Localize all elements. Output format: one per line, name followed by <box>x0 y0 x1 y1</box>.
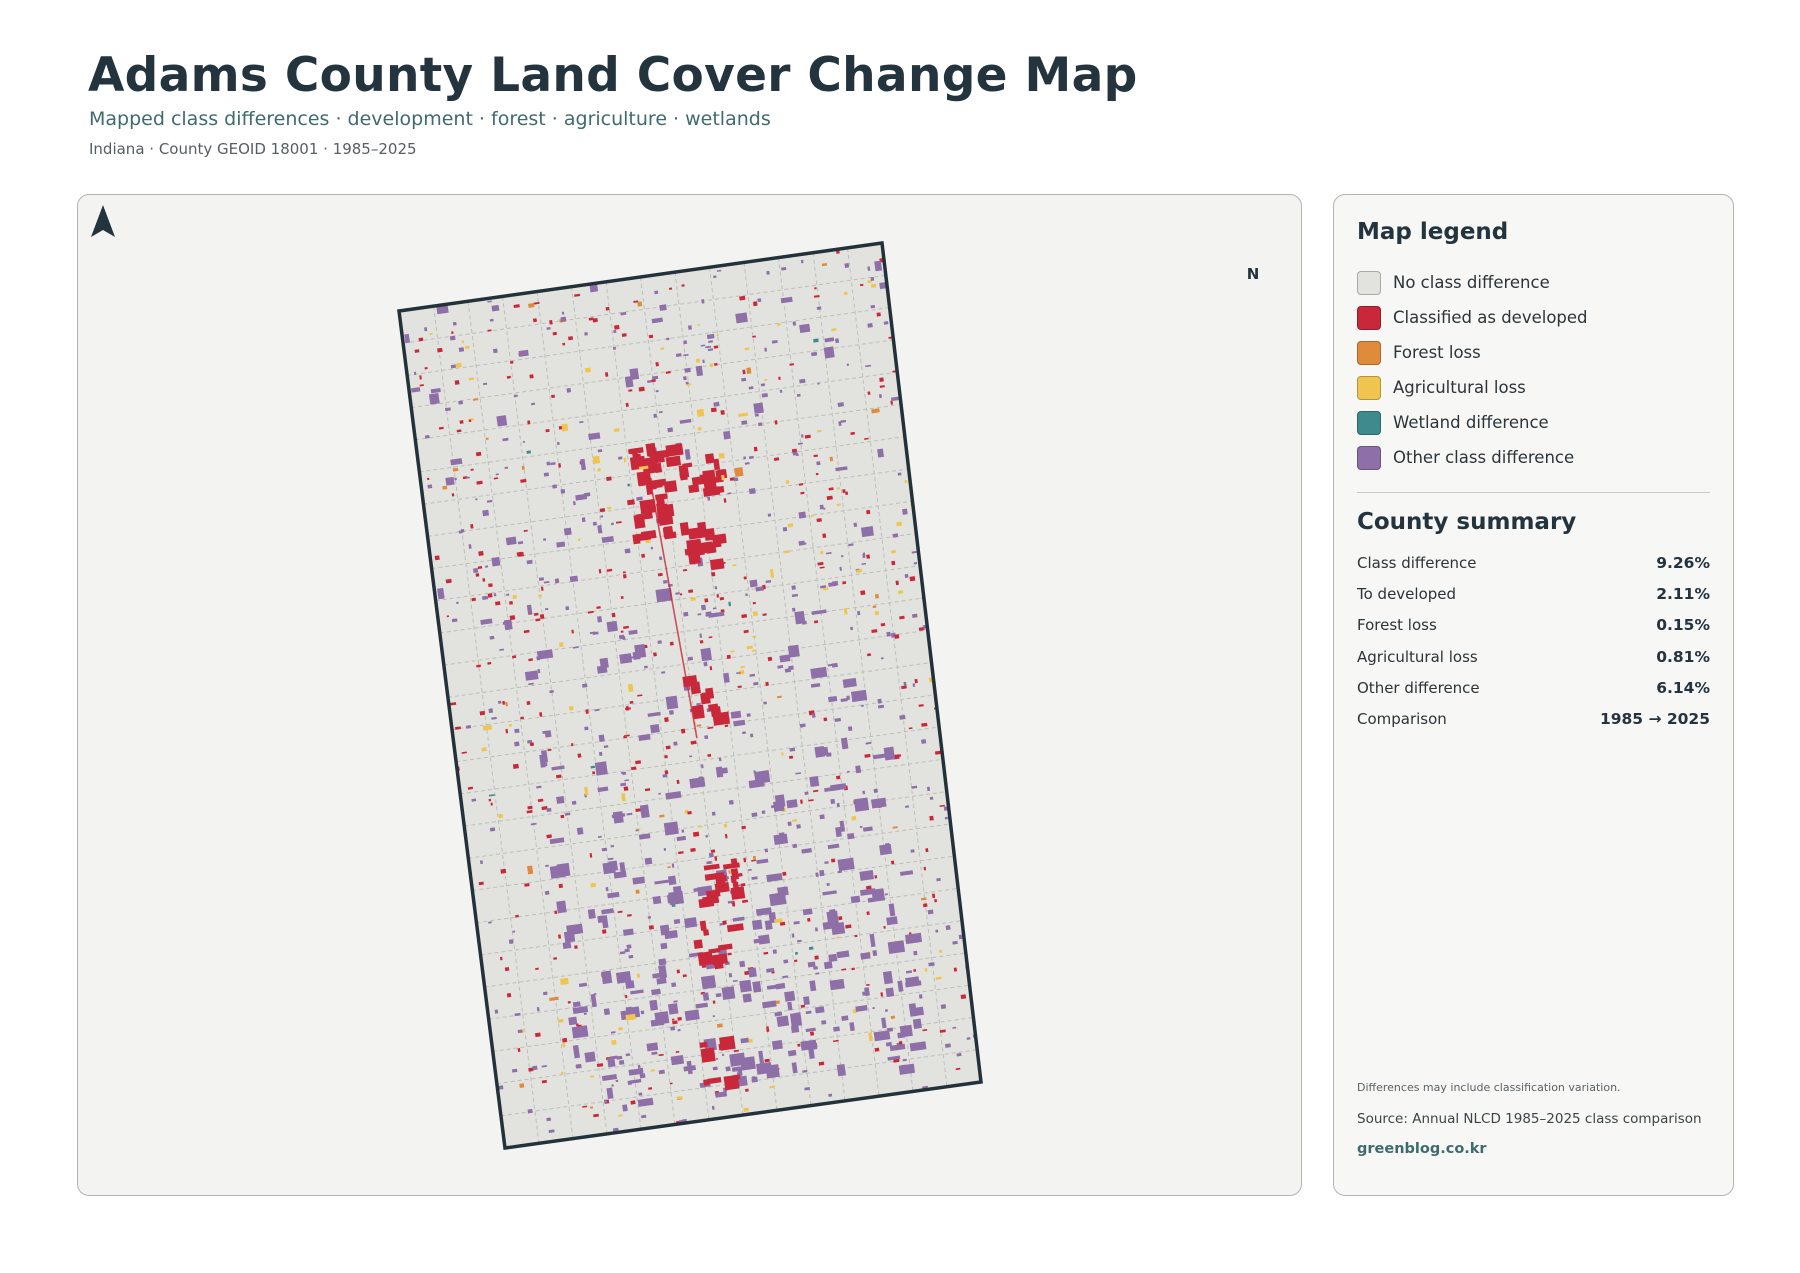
legend-divider <box>1357 492 1710 493</box>
legend-item-agricultural-loss: Agricultural loss <box>1357 370 1707 405</box>
legend-item-wetland: Wetland difference <box>1357 405 1707 440</box>
swatch-none-icon <box>1357 270 1381 295</box>
page-title: Adams County Land Cover Change Map <box>88 48 1138 103</box>
summary-label: Other difference <box>1357 678 1480 697</box>
summary-label: Forest loss <box>1357 616 1437 635</box>
legend-label: Classified as developed <box>1393 308 1588 327</box>
summary-row-forest-loss: Forest loss 0.15% <box>1357 610 1710 641</box>
legend-label: Agricultural loss <box>1393 378 1526 397</box>
summary-label: Agricultural loss <box>1357 647 1478 666</box>
swatch-wetland-icon <box>1357 410 1381 435</box>
summary-value: 9.26% <box>1656 553 1710 572</box>
summary-row-other-difference: Other difference 6.14% <box>1357 672 1710 703</box>
legend-heading: Map legend <box>1357 219 1509 245</box>
summary-value: 1985 → 2025 <box>1599 710 1710 729</box>
legend-label: Wetland difference <box>1393 413 1549 432</box>
source-text: Source: Annual NLCD 1985–2025 class comp… <box>1357 1111 1702 1127</box>
legend-item-other: Other class difference <box>1357 440 1707 475</box>
summary-label: Comparison <box>1357 710 1447 729</box>
swatch-agricultural-icon <box>1357 375 1381 400</box>
summary-table: Class difference 9.26% To developed 2.11… <box>1357 547 1710 735</box>
map-panel[interactable]: N <box>77 194 1302 1196</box>
summary-row-class-difference: Class difference 9.26% <box>1357 547 1710 578</box>
summary-value: 0.81% <box>1656 647 1710 666</box>
page-meta: Indiana · County GEOID 18001 · 1985–2025 <box>89 140 417 158</box>
legend-label: No class difference <box>1393 273 1550 292</box>
legend-item-developed: Classified as developed <box>1357 300 1707 335</box>
north-arrow-icon <box>91 205 115 237</box>
summary-row-comparison: Comparison 1985 → 2025 <box>1357 703 1710 734</box>
page-subtitle: Mapped class differences · development ·… <box>89 108 771 130</box>
swatch-developed-icon <box>1357 305 1381 330</box>
summary-label: To developed <box>1357 584 1457 603</box>
credit-link[interactable]: greenblog.co.kr <box>1357 1141 1487 1157</box>
summary-value: 6.14% <box>1656 678 1710 697</box>
swatch-other-icon <box>1357 445 1381 470</box>
summary-row-agricultural-loss: Agricultural loss 0.81% <box>1357 641 1710 672</box>
legend-item-forest-loss: Forest loss <box>1357 335 1707 370</box>
footnote: Differences may include classification v… <box>1357 1081 1621 1094</box>
legend-item-no-difference: No class difference <box>1357 265 1707 300</box>
legend-label: Other class difference <box>1393 448 1575 467</box>
summary-heading: County summary <box>1357 509 1577 535</box>
legend-panel: Map legend No class difference Classifie… <box>1333 194 1734 1196</box>
summary-label: Class difference <box>1357 553 1477 572</box>
summary-value: 0.15% <box>1656 616 1710 635</box>
summary-value: 2.11% <box>1656 584 1710 603</box>
north-label: N <box>1246 265 1260 283</box>
swatch-forest-icon <box>1357 340 1381 365</box>
legend-list: No class difference Classified as develo… <box>1357 265 1707 475</box>
legend-label: Forest loss <box>1393 343 1481 362</box>
county-map[interactable] <box>78 195 1302 1196</box>
summary-row-to-developed: To developed 2.11% <box>1357 578 1710 609</box>
